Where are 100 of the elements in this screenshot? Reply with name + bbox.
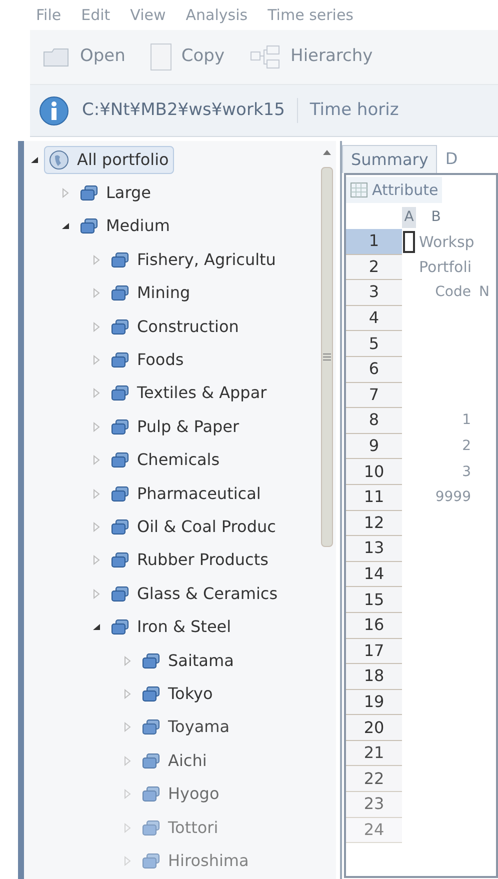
tree-item-label: Textiles & Appar — [137, 382, 267, 404]
row-header[interactable]: 15 — [346, 587, 402, 613]
folder-stack-icon — [142, 852, 160, 869]
table-cell-text: 3 — [461, 462, 471, 482]
table-cell-text: 9999 — [434, 488, 471, 508]
folder-stack-icon — [142, 786, 160, 802]
tree-item[interactable]: Large — [75, 179, 156, 208]
row-header[interactable]: 5 — [346, 331, 402, 357]
row-header[interactable]: 4 — [346, 306, 402, 332]
tree-item[interactable]: Hyogo — [137, 780, 224, 808]
tree-item[interactable]: Pulp & Paper — [106, 412, 244, 441]
active-cell[interactable] — [403, 230, 415, 253]
tree-item-label: Saitama — [168, 650, 234, 672]
row-header[interactable]: 10 — [346, 459, 402, 485]
tree-item-label: Foods — [137, 349, 184, 372]
tree-item[interactable]: Textiles & Appar — [106, 379, 272, 408]
row-header[interactable]: 20 — [346, 715, 402, 741]
folder-stack-icon — [142, 652, 160, 669]
tree-item-label: Chemicals — [137, 449, 220, 472]
table-cell-text: Code — [434, 283, 471, 302]
folder-stack-icon — [111, 285, 129, 302]
info-icon — [38, 94, 70, 126]
folder-stack-icon — [111, 385, 129, 402]
folder-stack-icon — [80, 218, 98, 234]
tree-item[interactable]: Oil & Coal Produc — [106, 512, 281, 541]
scroll-thumb[interactable] — [321, 167, 333, 547]
folder-stack-icon — [80, 185, 98, 202]
tree-item[interactable]: Foods — [106, 346, 189, 374]
folder-stack-icon — [142, 820, 160, 836]
row-header[interactable]: 18 — [346, 664, 402, 690]
tree-item-label: Tokyo — [168, 682, 213, 705]
tree-item-label: Pharmaceutical — [137, 482, 261, 505]
tree-item[interactable]: Toyama — [137, 713, 235, 742]
row-header[interactable]: 22 — [346, 766, 402, 792]
row-header[interactable]: 12 — [346, 510, 402, 536]
folder-stack-icon — [111, 418, 129, 435]
tree-item[interactable]: All portfolio — [44, 146, 174, 174]
tree-item[interactable]: Aichi — [137, 746, 212, 775]
tree-item-label: Rubber Products — [137, 549, 268, 572]
scroll-up-icon[interactable] — [323, 149, 331, 155]
folder-stack-icon — [111, 619, 129, 636]
folder-stack-icon — [111, 552, 129, 568]
row-header[interactable]: 14 — [346, 562, 402, 588]
folder-stack-icon — [111, 352, 129, 368]
row-header[interactable]: 21 — [346, 740, 402, 766]
table-cell-text: Portfoli — [419, 257, 472, 278]
folder-stack-icon — [142, 719, 160, 736]
tree-item[interactable]: Iron & Steel — [106, 613, 236, 642]
tree-item-label: Fishery, Agricultu — [137, 248, 276, 271]
tree-item[interactable]: Saitama — [137, 646, 239, 675]
folder-stack-icon — [111, 452, 129, 468]
tree-item[interactable]: Hiroshima — [137, 846, 254, 875]
tree-item-label: Tottori — [168, 816, 218, 838]
folder-stack-icon — [142, 686, 160, 702]
tree-item-label: All portfolio — [77, 148, 169, 171]
time-horizon-label: Time horiz — [296, 98, 399, 124]
tree-item-label: Oil & Coal Produc — [137, 516, 276, 538]
row-header[interactable]: 2 — [346, 254, 402, 280]
folder-stack-icon — [142, 752, 160, 769]
tree-item[interactable]: Rubber Products — [106, 546, 274, 574]
table-cell-text: Worksp — [419, 232, 474, 253]
tree-item-label: Aichi — [168, 750, 207, 772]
path-text: C:¥Nt¥MB2¥ws¥work15 — [82, 98, 285, 122]
folder-stack-icon — [111, 586, 129, 602]
tree-item[interactable]: Mining — [106, 279, 196, 308]
row-header[interactable]: 9 — [346, 434, 402, 460]
row-header[interactable]: 16 — [346, 612, 402, 638]
tree-item[interactable]: Chemicals — [106, 446, 225, 474]
document-icon — [149, 42, 174, 72]
row-header[interactable]: 24 — [346, 818, 402, 844]
tree-item[interactable]: Pharmaceutical — [106, 480, 266, 508]
globe-icon — [49, 150, 69, 170]
row-header[interactable]: 1 — [346, 229, 402, 255]
folder-stack-icon — [111, 486, 129, 502]
row-header[interactable]: 11 — [346, 484, 402, 511]
tree-item[interactable]: Medium — [75, 212, 175, 240]
tree-item-label: Glass & Ceramics — [137, 582, 278, 605]
row-header[interactable]: 8 — [346, 408, 402, 434]
row-header[interactable]: 23 — [346, 792, 402, 818]
row-header[interactable]: 13 — [346, 536, 402, 562]
tab[interactable]: Summary — [342, 145, 438, 173]
row-header[interactable]: 6 — [346, 356, 402, 383]
tree-item[interactable]: Tokyo — [137, 680, 218, 708]
folder-stack-icon — [111, 252, 129, 268]
tree-item[interactable]: Tottori — [137, 814, 224, 842]
tree-item-label: Large — [106, 182, 152, 204]
row-header[interactable]: 17 — [346, 638, 402, 664]
tree-item[interactable]: Glass & Ceramics — [106, 580, 283, 608]
tree-item-label: Toyama — [168, 716, 230, 738]
tree-item[interactable]: Fishery, Agricultu — [106, 246, 281, 274]
tree-item-label: Mining — [137, 282, 190, 304]
row-header[interactable]: 19 — [346, 690, 402, 716]
row-header[interactable]: 3 — [346, 280, 402, 306]
tree-item[interactable]: Construction — [106, 312, 244, 341]
column-header[interactable]: B — [416, 206, 456, 228]
row-header[interactable]: 7 — [346, 382, 402, 408]
table-icon — [350, 182, 368, 198]
table-cell-text: 1 — [461, 411, 471, 430]
folder-stack-icon — [111, 318, 129, 335]
tree-item-label: Hiroshima — [168, 850, 249, 872]
